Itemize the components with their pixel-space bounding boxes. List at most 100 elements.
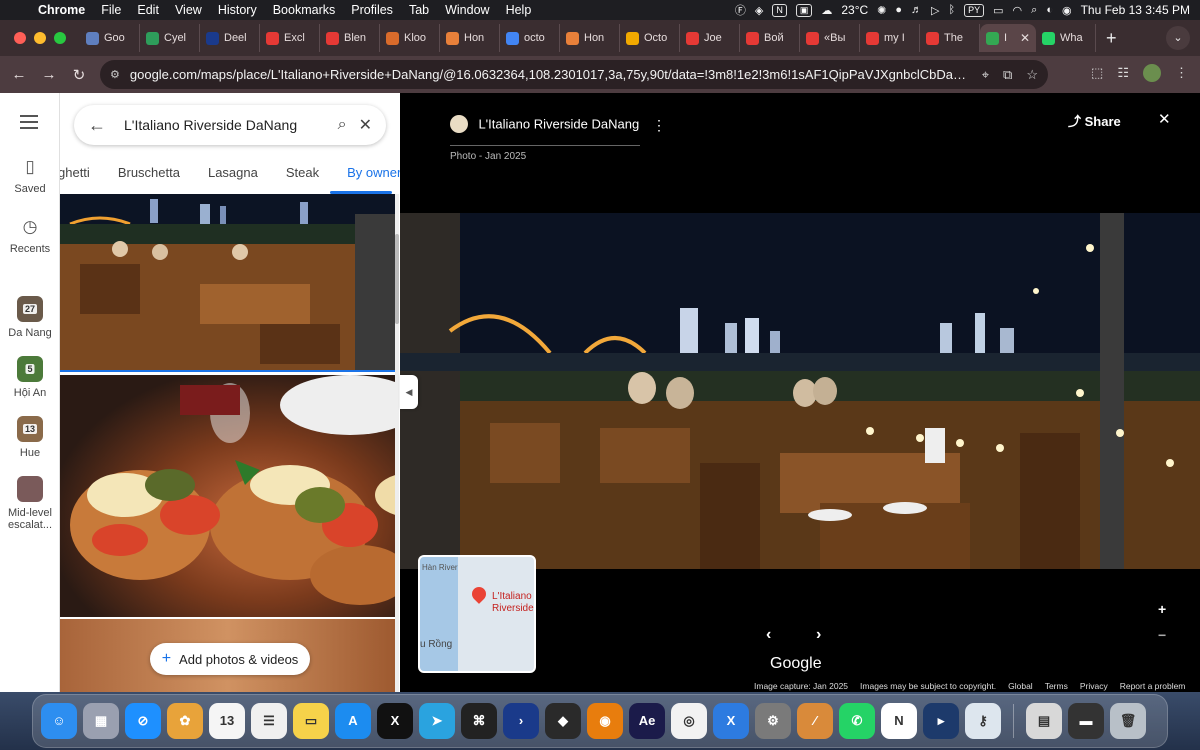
tab[interactable]: The: [920, 24, 980, 52]
minimize-window-button[interactable]: [34, 32, 46, 44]
menu-view[interactable]: View: [167, 3, 210, 17]
weather-temp[interactable]: 23°C: [841, 3, 868, 17]
menu-bookmarks[interactable]: Bookmarks: [265, 3, 344, 17]
wifi-icon[interactable]: ◠: [1013, 4, 1023, 17]
close-viewer-icon[interactable]: ✕: [1158, 110, 1171, 128]
dock-photos-icon[interactable]: ✿: [167, 703, 203, 739]
tab[interactable]: Wha: [1036, 24, 1096, 52]
f-icon[interactable]: Ⓕ: [735, 2, 746, 18]
tab[interactable]: Вой: [740, 24, 800, 52]
reading-list-icon[interactable]: ☷: [1117, 65, 1129, 81]
bluetooth-icon[interactable]: ᛒ: [949, 4, 956, 16]
chip-by-owner[interactable]: By owner: [347, 165, 400, 193]
dock-chatgpt-icon[interactable]: ⌘: [461, 703, 497, 739]
rail-place-hoi-an[interactable]: 5 Hội An: [0, 356, 60, 399]
chip-spaghetti[interactable]: ghetti: [60, 165, 90, 193]
bookmark-star-icon[interactable]: ☆: [1026, 67, 1038, 83]
add-photos-button[interactable]: + Add photos & videos: [150, 643, 310, 675]
photo-thumbnail-bruschetta[interactable]: [60, 375, 395, 617]
search-input[interactable]: L'Italiano Riverside DaNang: [124, 117, 326, 133]
siri-icon[interactable]: ◉: [1062, 4, 1072, 17]
tab[interactable]: Deel: [200, 24, 260, 52]
global-link[interactable]: Global: [1008, 681, 1033, 691]
airpods-icon[interactable]: ♬: [911, 4, 922, 16]
menu-window[interactable]: Window: [437, 3, 497, 17]
photo-thumbnail-terrace[interactable]: [60, 194, 395, 372]
display-icon[interactable]: ▣: [795, 3, 813, 17]
rail-saved[interactable]: ▯ Saved: [0, 157, 60, 195]
menu-icon[interactable]: [20, 115, 38, 133]
rail-place-hue[interactable]: 13 Hue: [0, 416, 60, 459]
dock-finder-icon[interactable]: ☺: [41, 703, 77, 739]
cube-icon[interactable]: ◈: [755, 4, 763, 17]
close-icon[interactable]: ✕: [359, 115, 372, 135]
dock-downloads-icon[interactable]: ▤: [1026, 703, 1062, 739]
rail-recents[interactable]: ◷ Recents: [0, 217, 60, 255]
menu-file[interactable]: File: [93, 3, 129, 17]
chip-lasagna[interactable]: Lasagna: [208, 165, 258, 193]
dock-safari-icon[interactable]: ⊘: [125, 703, 161, 739]
collapse-panel-button[interactable]: ◀: [400, 375, 418, 409]
search-icon[interactable]: ⌕: [1031, 4, 1037, 17]
site-info-icon[interactable]: ⚙: [110, 68, 120, 81]
dock-settings-icon[interactable]: ⚙: [755, 703, 791, 739]
clock[interactable]: Thu Feb 13 3:45 PM: [1081, 3, 1190, 17]
tab[interactable]: Octo: [620, 24, 680, 52]
back-arrow-icon[interactable]: ←: [88, 115, 106, 136]
search-box[interactable]: ← L'Italiano Riverside DaNang ⌕ ✕: [74, 105, 386, 145]
dock-whatsapp-icon[interactable]: ✆: [839, 703, 875, 739]
reload-icon[interactable]: ↻: [64, 66, 94, 84]
menu-app-chrome[interactable]: Chrome: [30, 3, 93, 17]
terms-link[interactable]: Terms: [1045, 681, 1068, 691]
tab[interactable]: «Вы: [800, 24, 860, 52]
profile-avatar[interactable]: [1143, 64, 1161, 82]
privacy-link[interactable]: Privacy: [1080, 681, 1108, 691]
dock-reminders-icon[interactable]: ☰: [251, 703, 287, 739]
search-icon[interactable]: ⌕: [338, 116, 347, 134]
share-button[interactable]: ⤴ Share: [1068, 111, 1121, 130]
zoom-in-icon[interactable]: +: [1158, 601, 1166, 617]
menu-help[interactable]: Help: [498, 3, 540, 17]
dock-keys-icon[interactable]: ⚷: [965, 703, 1001, 739]
dock-trash-icon[interactable]: 🗑: [1110, 703, 1146, 739]
forward-arrow-icon[interactable]: →: [34, 66, 64, 83]
dock-notion-icon[interactable]: N: [881, 703, 917, 739]
url-text[interactable]: google.com/maps/place/L'Italiano+Riversi…: [130, 67, 972, 82]
dock-cursor-icon[interactable]: ›: [503, 703, 539, 739]
restaurant-logo[interactable]: [450, 115, 468, 133]
mini-map[interactable]: Hàn River L'Italiano Riverside u Rồng: [418, 555, 536, 673]
tab[interactable]: Kloo: [380, 24, 440, 52]
tab[interactable]: octo: [500, 24, 560, 52]
dock-blender-icon[interactable]: ◉: [587, 703, 623, 739]
rail-place-da-nang[interactable]: 27 Da Nang: [0, 296, 60, 339]
dock-app-store-icon[interactable]: A: [335, 703, 371, 739]
dock-telegram-icon[interactable]: ➤: [419, 703, 455, 739]
extensions-icon[interactable]: ⬚: [1091, 65, 1103, 81]
tab[interactable]: Hon: [440, 24, 500, 52]
openai-icon[interactable]: ✺: [877, 4, 886, 17]
rail-place-mid-level[interactable]: Mid-level escalat...: [0, 476, 60, 531]
chip-steak[interactable]: Steak: [286, 165, 319, 193]
dock-chrome-icon[interactable]: ◎: [671, 703, 707, 739]
close-window-button[interactable]: [14, 32, 26, 44]
new-tab-button[interactable]: +: [1096, 28, 1127, 49]
tab[interactable]: Blen: [320, 24, 380, 52]
viewer-title[interactable]: L'Italiano Riverside DaNang: [478, 117, 639, 132]
play-icon[interactable]: ▷: [931, 4, 939, 17]
install-app-icon[interactable]: ⧉: [1003, 67, 1012, 83]
location-icon[interactable]: ⌖: [982, 67, 989, 83]
menu-tab[interactable]: Tab: [401, 3, 437, 17]
address-bar[interactable]: ⚙ google.com/maps/place/L'Italiano+River…: [100, 60, 1048, 89]
close-tab-icon[interactable]: ✕: [1020, 31, 1030, 45]
menu-edit[interactable]: Edit: [129, 3, 167, 17]
tab[interactable]: Goo: [80, 24, 140, 52]
report-problem-link[interactable]: Report a problem: [1120, 681, 1186, 691]
dock-after-effects-icon[interactable]: Ae: [629, 703, 665, 739]
dock-pages-icon[interactable]: ∕: [797, 703, 833, 739]
dock-recent-window-icon[interactable]: ▬: [1068, 703, 1104, 739]
tab[interactable]: Cyel: [140, 24, 200, 52]
tab-active[interactable]: I ✕: [980, 24, 1036, 52]
dock-terminal-app-icon[interactable]: ▸: [923, 703, 959, 739]
dock-launchpad-icon[interactable]: ▦: [83, 703, 119, 739]
chat-bubble-icon[interactable]: ●: [895, 4, 902, 16]
